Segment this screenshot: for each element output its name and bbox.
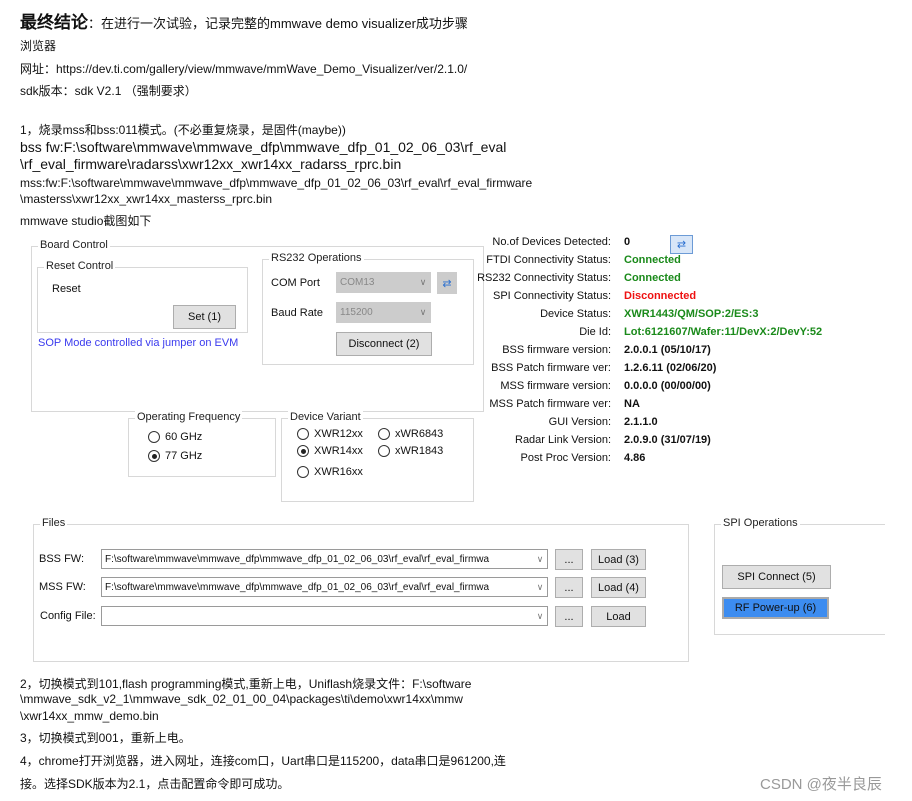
step2-line3: \xwr14xx_mmw_demo.bin (20, 709, 159, 723)
step1: 1，烧录mss和bss:011模式。(不必重复烧录，是固件(maybe)) (20, 123, 346, 137)
baud-rate-label: Baud Rate (271, 307, 323, 319)
status-label: BSS Patch firmware ver: (491, 362, 611, 374)
operating-frequency-group: Operating Frequency (128, 411, 276, 477)
status-label: GUI Version: (548, 416, 611, 428)
status-value: NA (624, 398, 640, 410)
status-label: SPI Connectivity Status: (493, 290, 611, 302)
status-value: Lot:6121607/Wafer:11/DevX:2/DevY:52 (624, 326, 823, 338)
url-line: 网址：https://dev.ti.com/gallery/view/mmwav… (20, 62, 468, 76)
status-value: 2.0.0.1 (05/10/17) (624, 344, 711, 356)
status-label: BSS firmware version: (502, 344, 611, 356)
bss-fw-path-1: bss fw:F:\software\mmwave\mmwave_dfp\mmw… (20, 139, 507, 155)
device-variant-legend: Device Variant (288, 411, 363, 423)
radio-xwr16xx[interactable]: XWR16xx (297, 466, 363, 478)
step2-line2: \mmwave_sdk_v2_1\mmwave_sdk_02_01_00_04\… (20, 692, 463, 706)
load-button[interactable]: Load (4) (591, 577, 646, 598)
browse-button[interactable]: ... (555, 549, 583, 570)
sop-mode-note: SOP Mode controlled via jumper on EVM (38, 337, 239, 349)
status-label: Die Id: (579, 326, 611, 338)
status-label: MSS firmware version: (500, 380, 611, 392)
step3: 3，切换模式到001，重新上电。 (20, 731, 191, 745)
status-value: 2.0.9.0 (31/07/19) (624, 434, 711, 446)
csdn-watermark: CSDN @夜半良辰 (760, 776, 882, 793)
baud-rate-value: 115200 (340, 307, 373, 318)
files-legend: Files (40, 517, 68, 529)
title-bold: 最终结论 (20, 13, 88, 32)
radio-circle (148, 450, 160, 462)
radio-label: 77 GHz (165, 450, 203, 462)
status-value: Connected (624, 272, 681, 284)
file-path-select[interactable]: F:\software\mmwave\mmwave_dfp\mmwave_dfp… (101, 549, 548, 569)
status-value: Disconnected (624, 290, 697, 302)
status-value: 1.2.6.11 (02/06/20) (624, 362, 717, 374)
step4-line1: 4，chrome打开浏览器，进入网址，连接com口，Uart串口是115200，… (20, 754, 506, 768)
file-row-label: Config File: (40, 610, 96, 622)
file-path-value: F:\software\mmwave\mmwave_dfp\mmwave_dfp… (105, 553, 490, 565)
rs232-legend: RS232 Operations (269, 252, 364, 264)
radio-label: XWR14xx (314, 445, 363, 457)
status-label: Post Proc Version: (520, 452, 612, 464)
status-value: 0.0.0.0 (00/00/00) (624, 380, 711, 392)
operating-frequency-legend: Operating Frequency (135, 411, 243, 423)
radio-label: XWR16xx (314, 466, 363, 478)
chevron-down-icon: ∨ (536, 610, 544, 621)
spi-operations-legend: SPI Operations (721, 517, 800, 529)
status-value: 4.86 (624, 452, 646, 464)
status-value: 2.1.1.0 (624, 416, 658, 428)
browse-button[interactable]: ... (555, 606, 583, 627)
radio-xwr14xx[interactable]: XWR14xx (297, 445, 363, 457)
radio-circle (378, 445, 390, 457)
radio-60ghz[interactable]: 60 GHz (148, 431, 202, 443)
file-path-value: F:\software\mmwave\mmwave_dfp\mmwave_dfp… (105, 581, 490, 593)
mss-fw-path-2: \masterss\xwr12xx_xwr14xx_masterss_rprc.… (20, 192, 273, 206)
radio-circle (297, 466, 309, 478)
file-path-select[interactable]: F:\software\mmwave\mmwave_dfp\mmwave_dfp… (101, 577, 548, 597)
doc-title: 最终结论：在进行一次试验，记录完整的mmwave demo visualizer… (20, 8, 468, 33)
status-label: MSS Patch firmware ver: (489, 398, 611, 410)
file-path-select[interactable]: ∨ (101, 606, 548, 626)
com-port-value: COM13 (340, 277, 375, 288)
status-value: XWR1443/QM/SOP:2/ES:3 (624, 308, 759, 320)
spi-connect-button[interactable]: SPI Connect (5) (722, 565, 831, 589)
sdk-line: sdk版本：sdk V2.1 （强制要求） (20, 84, 197, 98)
radio-xwr12xx[interactable]: XWR12xx (297, 428, 363, 440)
refresh-devices-icon[interactable]: ⇄ (670, 235, 693, 254)
reset-label: Reset (52, 283, 81, 295)
chevron-down-icon: ∨ (536, 581, 544, 592)
step4-line2: 接。选择SDK版本为2.1，点击配置命令即可成功。 (20, 777, 290, 791)
studio-caption: mmwave studio截图如下 (20, 214, 152, 228)
chevron-down-icon: ∨ (536, 553, 544, 564)
browse-button[interactable]: ... (555, 577, 583, 598)
step2-line1: 2，切换模式到101,flash programming模式,重新上电，Unif… (20, 677, 472, 691)
radio-circle (378, 428, 390, 440)
radio-77ghz[interactable]: 77 GHz (148, 450, 202, 462)
mss-fw-path-1: mss:fw:F:\software\mmwave\mmwave_dfp\mmw… (20, 176, 533, 190)
title-rest: ：在进行一次试验，记录完整的mmwave demo visualizer成功步骤 (88, 16, 468, 31)
browser-line: 浏览器 (20, 39, 57, 53)
load-button[interactable]: Load (3) (591, 549, 646, 570)
radio-label: XWR12xx (314, 428, 363, 440)
radio-circle (297, 445, 309, 457)
status-label: Radar Link Version: (515, 434, 611, 446)
board-control-legend: Board Control (38, 239, 110, 251)
status-label: RS232 Connectivity Status: (477, 272, 611, 284)
status-label: Device Status: (540, 308, 611, 320)
status-label: No.of Devices Detected: (492, 236, 611, 248)
radio-label: 60 GHz (165, 431, 203, 443)
load-button[interactable]: Load (591, 606, 646, 627)
file-row-label: BSS FW: (39, 553, 85, 565)
reset-control-legend: Reset Control (44, 260, 116, 272)
status-label: FTDI Connectivity Status: (486, 254, 611, 266)
set-button[interactable]: Set (1) (173, 305, 236, 329)
file-row-label: MSS FW: (39, 581, 86, 593)
status-value: Connected (624, 254, 681, 266)
status-value: 0 (624, 236, 631, 248)
bss-fw-path-2: \rf_eval_firmware\radarss\xwr12xx_xwr14x… (20, 156, 402, 172)
radio-circle (297, 428, 309, 440)
radio-circle (148, 431, 160, 443)
com-port-label: COM Port (271, 277, 320, 289)
rf-powerup-button[interactable]: RF Power-up (6) (722, 597, 829, 619)
